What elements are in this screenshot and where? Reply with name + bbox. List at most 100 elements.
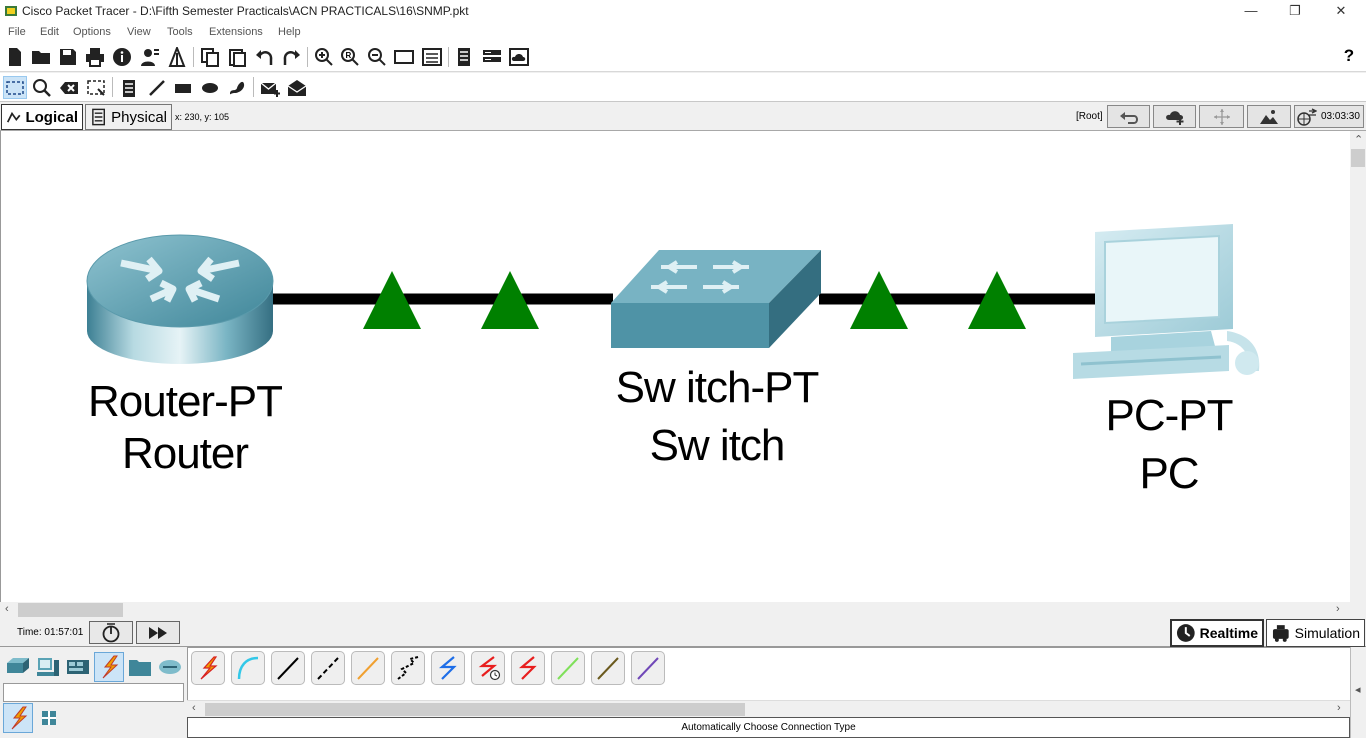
new-cluster-button[interactable] xyxy=(1153,105,1196,128)
switch-icon[interactable] xyxy=(611,250,821,348)
restore-button[interactable]: ❐ xyxy=(1272,0,1318,22)
vertical-scroll-thumb[interactable] xyxy=(1351,149,1365,167)
phone-connection-icon[interactable] xyxy=(391,651,425,685)
connection-scroll-thumb[interactable] xyxy=(205,703,745,716)
automatic-connection-subcategory-icon[interactable] xyxy=(3,703,33,733)
pc-model-text: PC-PT xyxy=(1105,391,1234,440)
print-icon[interactable] xyxy=(84,46,106,68)
drawing-palette-icon[interactable] xyxy=(393,46,415,68)
canvas-horizontal-scrollbar[interactable]: ‹ › xyxy=(0,602,1366,618)
copper-cross-over-icon[interactable] xyxy=(311,651,345,685)
scroll-up-arrow-icon[interactable]: ⌃ xyxy=(1354,133,1363,146)
info-icon[interactable] xyxy=(111,46,133,68)
new-file-icon[interactable] xyxy=(4,46,26,68)
menu-view[interactable]: View xyxy=(127,26,151,38)
cloud-storage-icon[interactable] xyxy=(508,46,530,68)
iot-custom-cable-icon[interactable] xyxy=(591,651,625,685)
pc-icon[interactable] xyxy=(1073,224,1260,379)
miscellaneous-category-icon[interactable] xyxy=(125,652,155,682)
title-bar: Cisco Packet Tracer - D:\Fifth Semester … xyxy=(0,0,1366,22)
tab-physical[interactable]: Physical xyxy=(85,104,172,130)
draw-freeform-icon[interactable] xyxy=(225,76,249,99)
tab-logical[interactable]: Logical xyxy=(1,104,83,130)
viewport-clock[interactable]: 03:03:30 xyxy=(1294,105,1364,128)
grid-view-icon[interactable] xyxy=(34,703,64,733)
realtime-mode-button[interactable]: Realtime xyxy=(1170,619,1264,647)
move-object-button[interactable] xyxy=(1199,105,1244,128)
draw-rectangle-icon[interactable] xyxy=(171,76,195,99)
coaxial-icon[interactable] xyxy=(431,651,465,685)
device-type-panel xyxy=(0,647,187,738)
device-category-name-field xyxy=(3,683,184,702)
usb-icon[interactable] xyxy=(631,651,665,685)
network-devices-category-icon[interactable] xyxy=(3,652,33,682)
select-tool-icon[interactable] xyxy=(3,76,27,99)
automatic-connection-icon[interactable] xyxy=(191,651,225,685)
inspect-tool-icon[interactable] xyxy=(30,76,54,99)
custom-device-dialog-icon[interactable] xyxy=(421,46,443,68)
logical-workspace-canvas[interactable]: Router-PT Router Sw itch-PT Sw itch PC-P… xyxy=(0,131,1350,602)
scroll-left-arrow-icon[interactable]: ‹ xyxy=(192,702,196,714)
collapse-arrow-icon[interactable]: ◂ xyxy=(1355,683,1361,696)
zoom-out-icon[interactable] xyxy=(366,46,388,68)
help-button[interactable]: ? xyxy=(1340,46,1358,68)
draw-ellipse-icon[interactable] xyxy=(198,76,222,99)
draw-line-icon[interactable] xyxy=(145,76,169,99)
toolbar-separator xyxy=(112,77,113,97)
canvas-vertical-scrollbar[interactable]: ⌃ xyxy=(1350,131,1366,602)
console-connection-icon[interactable] xyxy=(231,651,265,685)
scroll-left-arrow-icon[interactable]: ‹ xyxy=(5,603,9,615)
horizontal-scroll-thumb[interactable] xyxy=(18,603,123,617)
menu-options[interactable]: Options xyxy=(73,26,111,38)
router-icon[interactable] xyxy=(86,234,274,364)
add-simple-pdu-icon[interactable] xyxy=(258,76,282,99)
switch-label: Sw itch-PT Sw itch xyxy=(587,359,847,475)
components-category-icon[interactable] xyxy=(63,652,93,682)
menu-edit[interactable]: Edit xyxy=(40,26,59,38)
user-profile-icon[interactable] xyxy=(139,46,161,68)
device-template-icon[interactable] xyxy=(481,46,503,68)
menu-file[interactable]: File xyxy=(8,26,26,38)
menu-help[interactable]: Help xyxy=(278,26,301,38)
power-cycle-devices-button[interactable] xyxy=(89,621,133,644)
menu-tools[interactable]: Tools xyxy=(167,26,193,38)
multiuser-connection-category-icon[interactable] xyxy=(155,652,185,682)
set-background-button[interactable] xyxy=(1247,105,1291,128)
scroll-right-arrow-icon[interactable]: › xyxy=(1337,702,1341,714)
serial-dte-icon[interactable] xyxy=(511,651,545,685)
simulation-mode-button[interactable]: Simulation xyxy=(1266,619,1365,647)
fast-forward-time-button[interactable] xyxy=(136,621,180,644)
router-label: Router-PT Router xyxy=(65,376,305,480)
save-icon[interactable] xyxy=(57,46,79,68)
network-information-icon[interactable] xyxy=(166,46,188,68)
end-devices-category-icon[interactable] xyxy=(33,652,63,682)
workspace-bar: Logical Physical x: 230, y: 105 [Root] 0… xyxy=(0,102,1366,131)
copper-straight-through-icon[interactable] xyxy=(271,651,305,685)
menu-extensions[interactable]: Extensions xyxy=(209,26,263,38)
add-complex-pdu-icon[interactable] xyxy=(285,76,309,99)
pdu-list-icon[interactable] xyxy=(453,46,475,68)
close-button[interactable]: ✕ xyxy=(1318,0,1364,22)
redo-icon[interactable] xyxy=(280,46,302,68)
copy-icon[interactable] xyxy=(199,46,221,68)
delete-tool-icon[interactable] xyxy=(57,76,81,99)
resize-shape-icon[interactable] xyxy=(84,76,108,99)
open-folder-icon[interactable] xyxy=(30,46,52,68)
place-note-icon[interactable] xyxy=(117,76,141,99)
connection-types-scrollbar[interactable]: ‹ › xyxy=(187,700,1350,717)
octal-icon[interactable] xyxy=(551,651,585,685)
minimize-button[interactable]: — xyxy=(1228,0,1274,22)
zoom-reset-icon[interactable]: R xyxy=(339,46,361,68)
paste-icon[interactable] xyxy=(226,46,248,68)
common-tools-bar xyxy=(0,73,1366,102)
connections-category-icon[interactable] xyxy=(94,652,124,682)
svg-text:R: R xyxy=(346,51,352,60)
serial-dce-icon[interactable] xyxy=(471,651,505,685)
fiber-icon[interactable] xyxy=(351,651,385,685)
undo-icon[interactable] xyxy=(254,46,276,68)
back-button[interactable] xyxy=(1107,105,1150,128)
menu-bar: File Edit Options View Tools Extensions … xyxy=(0,22,1366,42)
zoom-in-icon[interactable] xyxy=(313,46,335,68)
root-breadcrumb[interactable]: [Root] xyxy=(1076,111,1103,122)
scroll-right-arrow-icon[interactable]: › xyxy=(1336,603,1340,615)
